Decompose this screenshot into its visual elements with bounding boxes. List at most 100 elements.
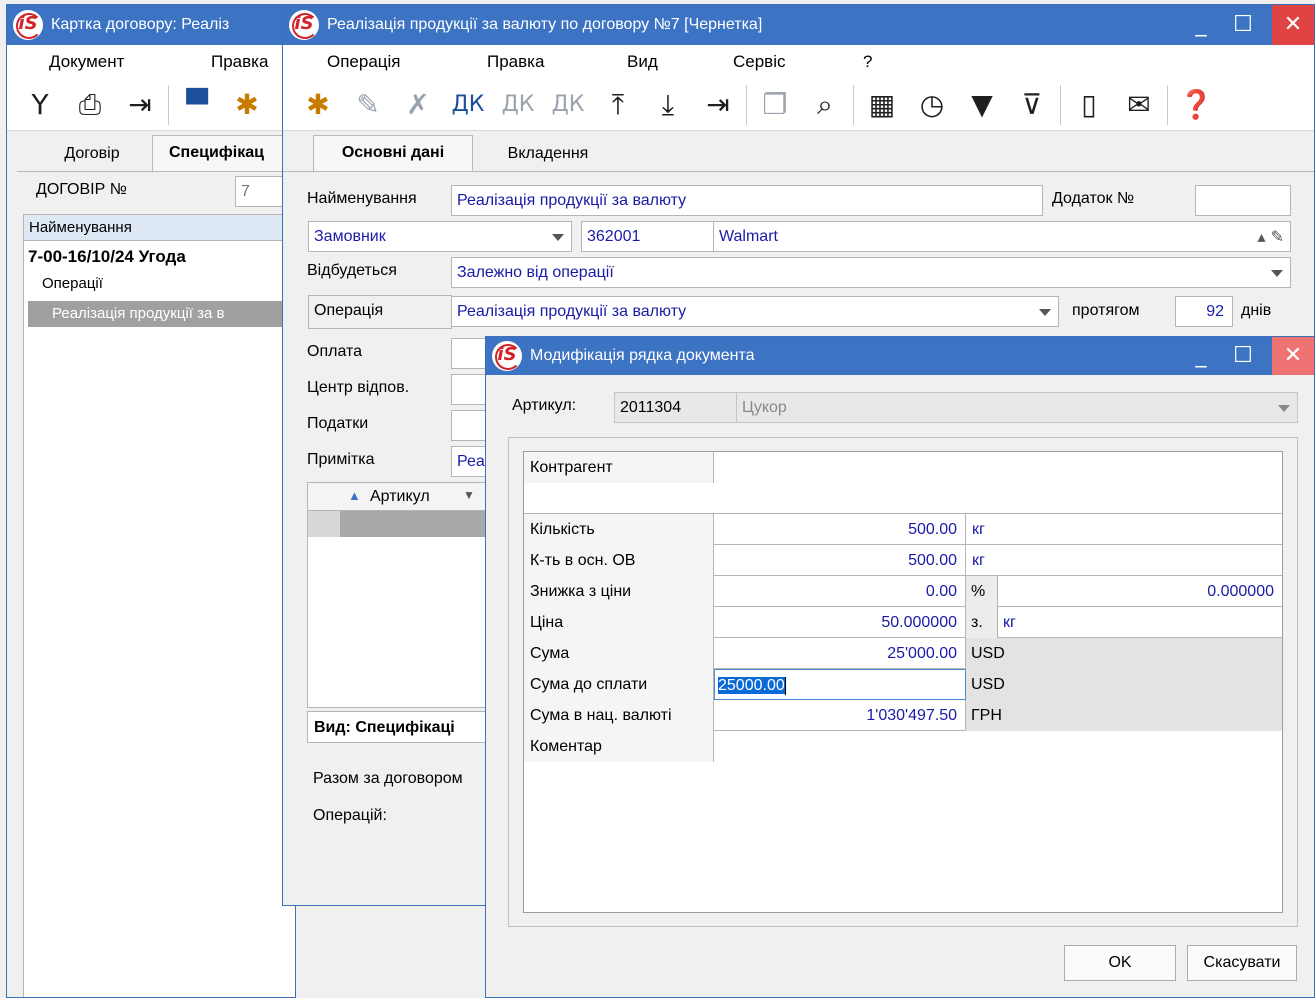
menu-view[interactable]: Вид	[627, 52, 658, 72]
within-label: протягом	[1072, 302, 1140, 319]
tab-attachments[interactable]: Вкладення	[483, 137, 613, 173]
menu-edit[interactable]: Правка	[211, 52, 268, 72]
menu-edit[interactable]: Правка	[487, 52, 544, 72]
branch-icon[interactable]: Y	[15, 83, 65, 127]
contract-number-label: ДОГОВІР №	[36, 181, 127, 198]
table-row: Кількість 500.00 кг	[524, 514, 1282, 545]
sort-asc-icon[interactable]: ▲	[348, 488, 361, 503]
grid-header-row: ▲ Артикул ▼	[308, 483, 486, 511]
table-row: Сума 25'000.00 USD	[524, 638, 1282, 669]
contract-total-label: Разом за договором	[313, 770, 463, 787]
tree-header[interactable]: Найменування	[24, 215, 295, 241]
clear-filter-icon[interactable]: ⊽	[1007, 83, 1057, 127]
article-name-select[interactable]: Цукор	[736, 392, 1298, 423]
table-row: Знижка з ціни 0.00 % 0.000000	[524, 576, 1282, 607]
is-logo-icon	[492, 341, 522, 371]
base-quantity-field[interactable]: 500.00	[714, 545, 966, 576]
menu-document[interactable]: Документ	[49, 52, 124, 72]
filter-icon[interactable]: ▼	[957, 83, 1007, 127]
amount-due-input[interactable]: 25000.00	[714, 669, 966, 700]
maximize-button[interactable]: ☐	[1222, 337, 1264, 375]
national-amount-label: Сума в нац. валюті	[524, 700, 714, 731]
close-button[interactable]: ✕	[1272, 337, 1314, 375]
exit-icon[interactable]: ⇥	[115, 83, 165, 127]
amount-label: Сума	[524, 638, 714, 669]
print-icon[interactable]: ⎙	[65, 83, 115, 127]
menu-help[interactable]: ?	[863, 52, 872, 72]
contract-card-window: Картка договору: Реаліз Документ Правка …	[6, 4, 296, 998]
ok-button[interactable]: OK	[1064, 945, 1176, 981]
table-row: Контрагент	[524, 452, 1282, 483]
tab-contract[interactable]: Договір	[37, 137, 147, 173]
discount-percent-field[interactable]: 0.000000	[998, 576, 1282, 607]
delete-icon: ✗	[406, 88, 430, 121]
counterparty-field[interactable]	[714, 452, 1282, 483]
dialog-title: Модифікація рядка документа	[530, 347, 755, 364]
window-title: Реалізація продукції за валюту по догово…	[327, 16, 763, 33]
exit-icon[interactable]: ⇥	[693, 83, 743, 127]
table-icon[interactable]: ▦	[857, 83, 907, 127]
contract-card-titlebar[interactable]: Картка договору: Реаліз	[7, 5, 295, 45]
addendum-field[interactable]	[1195, 185, 1291, 216]
menu-operation[interactable]: Операція	[327, 52, 401, 72]
discount-field[interactable]: 0.00	[714, 576, 966, 607]
edit-icon: ✎	[356, 88, 380, 121]
name-field[interactable]: Реалізація продукції за валюту	[451, 185, 1043, 216]
maximize-button[interactable]: ☐	[1222, 5, 1264, 45]
minimize-button[interactable]: _	[1180, 337, 1222, 375]
quantity-field[interactable]: 500.00	[714, 514, 966, 545]
export-icon[interactable]: ⤓	[643, 83, 693, 127]
customer-name-field[interactable]: Walmart ▴ ✎	[713, 221, 1291, 252]
close-button[interactable]: ✕	[1272, 5, 1314, 45]
tab-specification[interactable]: Специфікац	[152, 135, 295, 171]
column-dropdown-icon[interactable]: ▼	[463, 488, 475, 502]
help-icon[interactable]: ❓	[1171, 83, 1221, 127]
debit-credit-icon[interactable]: ДК	[443, 83, 493, 127]
quantity-label: Кількість	[524, 514, 714, 545]
document-icon[interactable]: ▯	[1064, 83, 1114, 127]
chevron-down-icon	[1039, 309, 1051, 316]
article-code-field[interactable]: 2011304	[614, 392, 738, 423]
new-icon[interactable]: ✱	[222, 83, 272, 127]
save-icon[interactable]: ▀	[172, 83, 222, 127]
menu-bar: Документ Правка	[7, 45, 295, 79]
history-icon[interactable]: ◷	[907, 83, 957, 127]
toolbar: ✱ ✎ ✗ ДК ДК ДК ⤒ ⤓ ⇥ ❐ ⌕ ▦ ◷ ▼ ⊽ ▯ ✉ ❓	[283, 79, 1314, 131]
price-unit[interactable]: кг	[998, 607, 1282, 638]
operations-count-label: Операцій:	[313, 807, 387, 824]
minimize-button[interactable]: _	[1180, 5, 1222, 45]
article-column-header[interactable]: Артикул	[370, 488, 430, 506]
cancel-button[interactable]: Скасувати	[1187, 945, 1297, 981]
customer-code-field[interactable]: 362001	[581, 221, 715, 252]
comment-field[interactable]	[714, 731, 1282, 762]
tree-selected-item[interactable]: Реалізація продукції за в	[28, 301, 295, 327]
mail-icon[interactable]: ✉	[1114, 83, 1164, 127]
table-row: Сума в нац. валюті 1'030'497.50 ГРН	[524, 700, 1282, 731]
tree-root[interactable]: 7-00-16/10/24 Угода	[28, 247, 186, 267]
discount-type[interactable]: %	[966, 576, 998, 607]
amount-field[interactable]: 25'000.00	[714, 638, 966, 669]
menu-service[interactable]: Сервіс	[733, 52, 786, 72]
table-row: Сума до сплати 25000.00 USD	[524, 669, 1282, 700]
occurs-select[interactable]: Залежно від операції	[451, 257, 1291, 288]
days-label: днів	[1241, 302, 1272, 319]
row-details-table: Контрагент Кількість 500.00 кг К-ть в ос…	[523, 451, 1283, 913]
sales-operation-titlebar[interactable]: Реалізація продукції за валюту по догово…	[283, 5, 1314, 45]
pencil-icon[interactable]: ▴ ✎	[1257, 222, 1284, 251]
toolbar: Y ⎙ ⇥ ▀ ✱	[7, 79, 295, 131]
within-field[interactable]: 92	[1175, 296, 1233, 327]
window-title: Картка договору: Реаліз	[51, 16, 230, 33]
operation-select[interactable]: Реалізація продукції за валюту	[451, 296, 1059, 327]
tab-main-data[interactable]: Основні дані	[313, 135, 473, 171]
import-icon[interactable]: ⤒	[593, 83, 643, 127]
create-icon[interactable]: ✱	[293, 83, 343, 127]
copy-icon: ❐	[762, 88, 788, 121]
tree-operations[interactable]: Операції	[42, 275, 103, 292]
search-icon[interactable]: ⌕	[800, 83, 850, 127]
customer-select[interactable]: Замовник	[308, 221, 572, 252]
taxes-label: Податки	[307, 415, 369, 432]
price-field[interactable]: 50.000000	[714, 607, 966, 638]
national-amount-field[interactable]: 1'030'497.50	[714, 700, 966, 731]
base-quantity-label: К-ть в осн. ОВ	[524, 545, 714, 576]
grid-row[interactable]	[308, 511, 488, 537]
